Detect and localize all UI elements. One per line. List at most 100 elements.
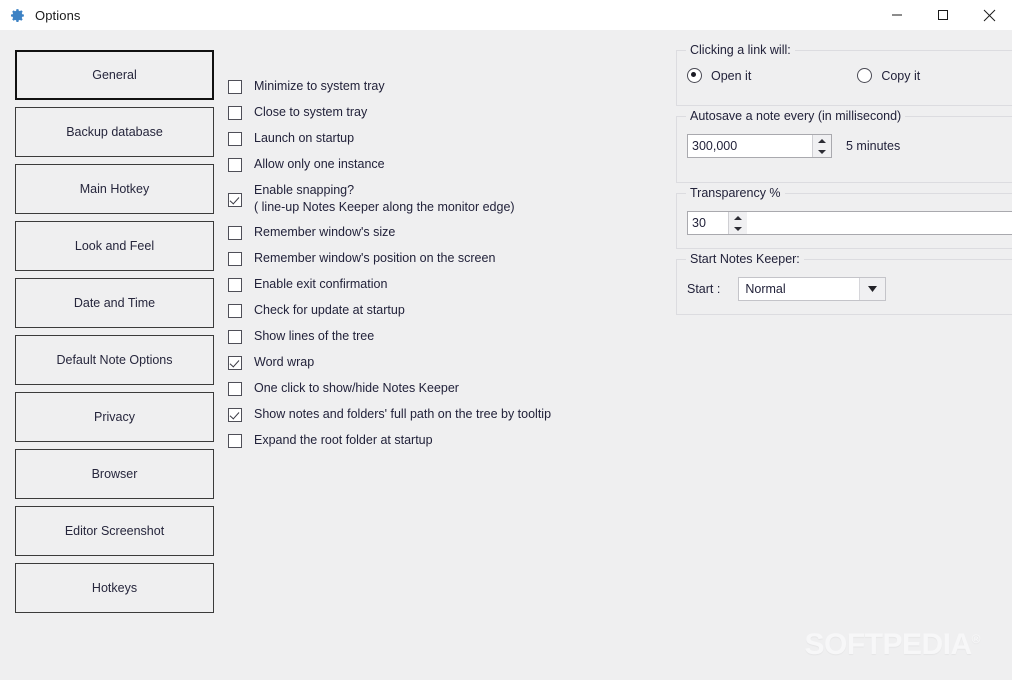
minimize-button[interactable] <box>874 0 920 30</box>
checkbox-indicator[interactable] <box>228 304 242 318</box>
checkbox-label: Show notes and folders' full path on the… <box>254 407 552 421</box>
checkbox-label: Allow only one instance <box>254 157 385 171</box>
nav-button-label: Editor Screenshot <box>64 524 165 538</box>
transparency-spinner-buttons <box>728 212 747 234</box>
checkbox-row[interactable]: One click to show/hide Notes Keeper <box>228 380 648 406</box>
checkbox-indicator[interactable] <box>228 408 242 422</box>
nav-button-editor-screenshot[interactable]: Editor Screenshot <box>15 506 214 556</box>
nav-button-browser[interactable]: Browser <box>15 449 214 499</box>
radio-copy-it-label: Copy it <box>881 68 921 83</box>
checkbox-indicator[interactable] <box>228 106 242 120</box>
radio-open-it[interactable]: Open it <box>687 68 751 83</box>
nav-button-date-and-time[interactable]: Date and Time <box>15 278 214 328</box>
checkbox-indicator[interactable] <box>228 226 242 240</box>
autosave-group: Autosave a note every (in millisecond) 3… <box>676 109 1012 183</box>
nav-button-general[interactable]: General <box>15 50 214 100</box>
autosave-decrement-button[interactable] <box>813 146 831 157</box>
checkbox-label: Remember window's size <box>254 225 396 239</box>
options-content: General Backup database Main Hotkey Look an… <box>0 30 1012 680</box>
radio-open-it-label: Open it <box>711 68 752 83</box>
caret-down-icon <box>734 226 742 231</box>
autosave-increment-button[interactable] <box>813 135 831 146</box>
nav-button-label: Date and Time <box>73 296 156 310</box>
checkbox-row[interactable]: Expand the root folder at startup <box>228 432 648 458</box>
checkbox-row[interactable]: Enable exit confirmation <box>228 276 648 302</box>
checkbox-row[interactable]: Close to system tray <box>228 104 648 130</box>
checkbox-label: Word wrap <box>254 355 315 369</box>
general-options-list: Minimize to system tray Close to system t… <box>228 78 648 458</box>
nav-button-label: Default Note Options <box>56 353 173 367</box>
watermark-registered-mark: ® <box>971 632 981 646</box>
checkbox-indicator[interactable] <box>228 80 242 94</box>
checkbox-indicator[interactable] <box>228 132 242 146</box>
checkbox-indicator[interactable] <box>228 434 242 448</box>
close-icon <box>983 9 996 22</box>
checkbox-label: Expand the root folder at startup <box>254 433 433 447</box>
nav-button-backup-database[interactable]: Backup database <box>15 107 214 157</box>
checkbox-label: Show lines of the tree <box>254 329 375 343</box>
window-controls <box>874 0 1012 30</box>
checkbox-row[interactable]: Remember window's position on the screen <box>228 250 648 276</box>
start-mode-row: Start : Normal <box>687 277 1012 301</box>
autosave-equivalent-label: 5 minutes <box>846 139 901 153</box>
radio-copy-it[interactable]: Copy it <box>857 68 920 83</box>
checkbox-row[interactable]: Check for update at startup <box>228 302 648 328</box>
window-title: Options <box>35 7 81 23</box>
category-nav: General Backup database Main Hotkey Look an… <box>15 50 214 620</box>
watermark-text: SOFTPEDIA <box>804 628 972 661</box>
checkbox-indicator[interactable] <box>228 158 242 172</box>
caret-up-icon <box>818 138 826 143</box>
start-mode-select[interactable]: Normal <box>738 277 887 301</box>
checkbox-indicator[interactable] <box>228 278 242 292</box>
nav-button-label: Privacy <box>94 410 135 424</box>
checkbox-row[interactable]: Minimize to system tray <box>228 78 648 104</box>
checkbox-indicator[interactable] <box>228 252 242 266</box>
transparency-increment-button[interactable] <box>729 212 747 223</box>
chevron-down-icon[interactable] <box>859 278 886 300</box>
nav-button-look-and-feel[interactable]: Look and Feel <box>15 221 214 271</box>
transparency-decrement-button[interactable] <box>729 223 747 234</box>
checkbox-indicator[interactable] <box>228 356 242 370</box>
checkbox-row[interactable]: Remember window's size <box>228 224 648 250</box>
nav-button-label: Browser <box>91 467 138 481</box>
transparency-spinner[interactable]: 30 <box>687 211 1012 235</box>
checkbox-row[interactable]: Allow only one instance <box>228 156 648 182</box>
checkbox-indicator[interactable] <box>228 193 242 207</box>
start-mode-value: Normal <box>745 282 786 296</box>
gear-icon <box>9 7 26 24</box>
nav-button-privacy[interactable]: Privacy <box>15 392 214 442</box>
clicking-a-link-title: Clicking a link will: <box>686 43 795 57</box>
clicking-a-link-group: Clicking a link will: Open it Copy it <box>676 43 1012 106</box>
checkbox-label: Enable snapping? ( line-up Notes Keeper … <box>254 183 515 214</box>
checkbox-row[interactable]: Word wrap <box>228 354 648 380</box>
caret-down-icon <box>818 149 826 154</box>
checkbox-row[interactable]: Show notes and folders' full path on the… <box>228 406 648 432</box>
checkbox-label: One click to show/hide Notes Keeper <box>254 381 459 395</box>
nav-button-hotkeys[interactable]: Hotkeys <box>15 563 214 613</box>
checkbox-row[interactable]: Show lines of the tree <box>228 328 648 354</box>
autosave-value[interactable]: 300,000 <box>688 135 812 157</box>
nav-button-label: Look and Feel <box>74 239 155 253</box>
autosave-title: Autosave a note every (in millisecond) <box>686 109 906 123</box>
start-notes-keeper-title: Start Notes Keeper: <box>686 252 804 266</box>
transparency-value[interactable]: 30 <box>688 212 728 234</box>
softpedia-watermark: SOFTPEDIA® <box>804 628 980 662</box>
autosave-field-row: 300,000 5 minutes <box>687 134 1012 158</box>
checkbox-row[interactable]: Launch on startup <box>228 130 648 156</box>
maximize-button[interactable] <box>920 0 966 30</box>
checkbox-label: Minimize to system tray <box>254 79 385 93</box>
radio-copy-it-indicator <box>857 68 873 83</box>
nav-button-label: Main Hotkey <box>79 182 150 196</box>
radio-open-it-indicator <box>687 68 702 83</box>
checkbox-indicator[interactable] <box>228 382 242 396</box>
checkbox-label: Remember window's position on the screen <box>254 251 496 265</box>
checkbox-row[interactable]: Enable snapping? ( line-up Notes Keeper … <box>228 182 648 224</box>
nav-button-default-note-options[interactable]: Default Note Options <box>15 335 214 385</box>
checkbox-label: Check for update at startup <box>254 303 405 317</box>
checkbox-label: Close to system tray <box>254 105 368 119</box>
checkbox-indicator[interactable] <box>228 330 242 344</box>
nav-button-main-hotkey[interactable]: Main Hotkey <box>15 164 214 214</box>
transparency-title: Transparency % <box>686 186 785 200</box>
autosave-spinner[interactable]: 300,000 <box>687 134 832 158</box>
close-button[interactable] <box>966 0 1012 30</box>
